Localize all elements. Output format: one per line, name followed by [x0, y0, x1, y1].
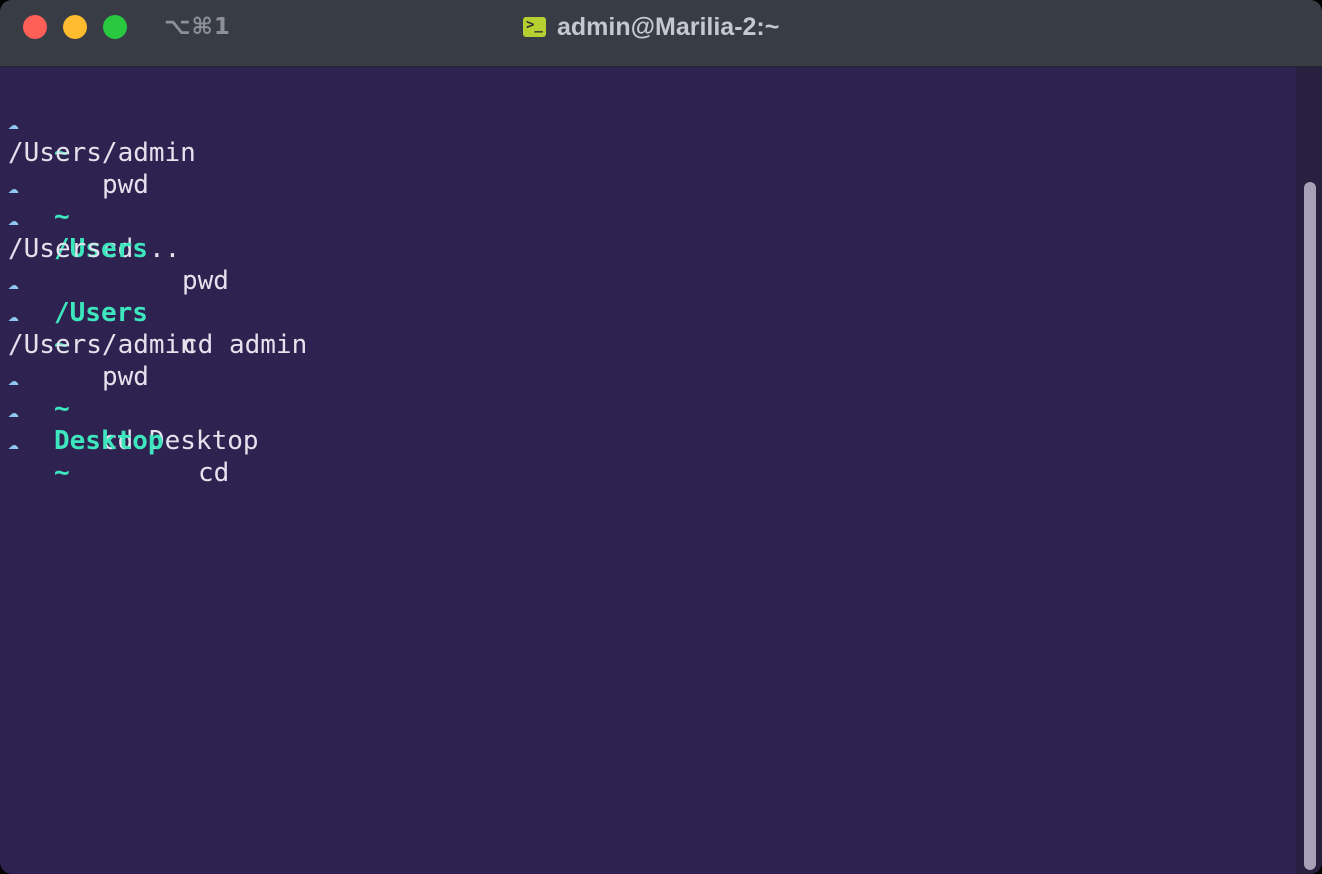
terminal-line: ☁ ~ cd Desktop: [8, 329, 259, 456]
tab-shortcut-label: ⌥⌘1: [164, 14, 231, 40]
terminal-line: /Users: [8, 201, 102, 264]
prompt-command: pwd: [102, 362, 149, 392]
prompt-command: cd admin: [182, 330, 308, 360]
terminal-icon: >_: [523, 17, 546, 37]
window-title: admin@Marilia-2:~: [557, 13, 780, 41]
terminal-output-area[interactable]: ☁ ~ pwd /Users/admin ☁ ~ cd .. ☁ /Users …: [0, 67, 1296, 874]
prompt-command: cd: [198, 458, 230, 488]
window-title-group: >_ admin@Marilia-2:~: [523, 13, 779, 41]
terminal-window: ⌥⌘1 >_ admin@Marilia-2:~ ☁ ~ pwd /Users/…: [0, 0, 1322, 874]
minimize-window-button[interactable]: [63, 15, 87, 39]
terminal-line: ☁ ~ pwd: [8, 265, 149, 392]
prompt-cwd: ~: [54, 458, 70, 488]
terminal-line: ☁ ~: [8, 393, 102, 488]
close-window-button[interactable]: [23, 15, 47, 39]
prompt-command: pwd: [102, 170, 149, 200]
terminal-line: ☁ ~ pwd: [8, 73, 149, 200]
terminal-line: ☁ /Users cd admin: [8, 233, 307, 360]
terminal-line: ☁ /Users pwd: [8, 169, 229, 296]
terminal-line: /Users/admin: [8, 297, 196, 360]
title-bar[interactable]: ⌥⌘1 >_ admin@Marilia-2:~: [0, 0, 1322, 67]
scrollbar-thumb[interactable]: [1304, 182, 1316, 870]
maximize-window-button[interactable]: [103, 15, 127, 39]
terminal-line: /Users/admin: [8, 105, 196, 168]
terminal-line: ☁ ~ cd ..: [8, 137, 180, 264]
cloud-prompt-icon: ☁: [8, 433, 19, 454]
terminal-line: ☁ Desktop cd: [8, 361, 229, 488]
vertical-scrollbar[interactable]: [1296, 67, 1322, 874]
prompt-command: pwd: [182, 266, 229, 296]
